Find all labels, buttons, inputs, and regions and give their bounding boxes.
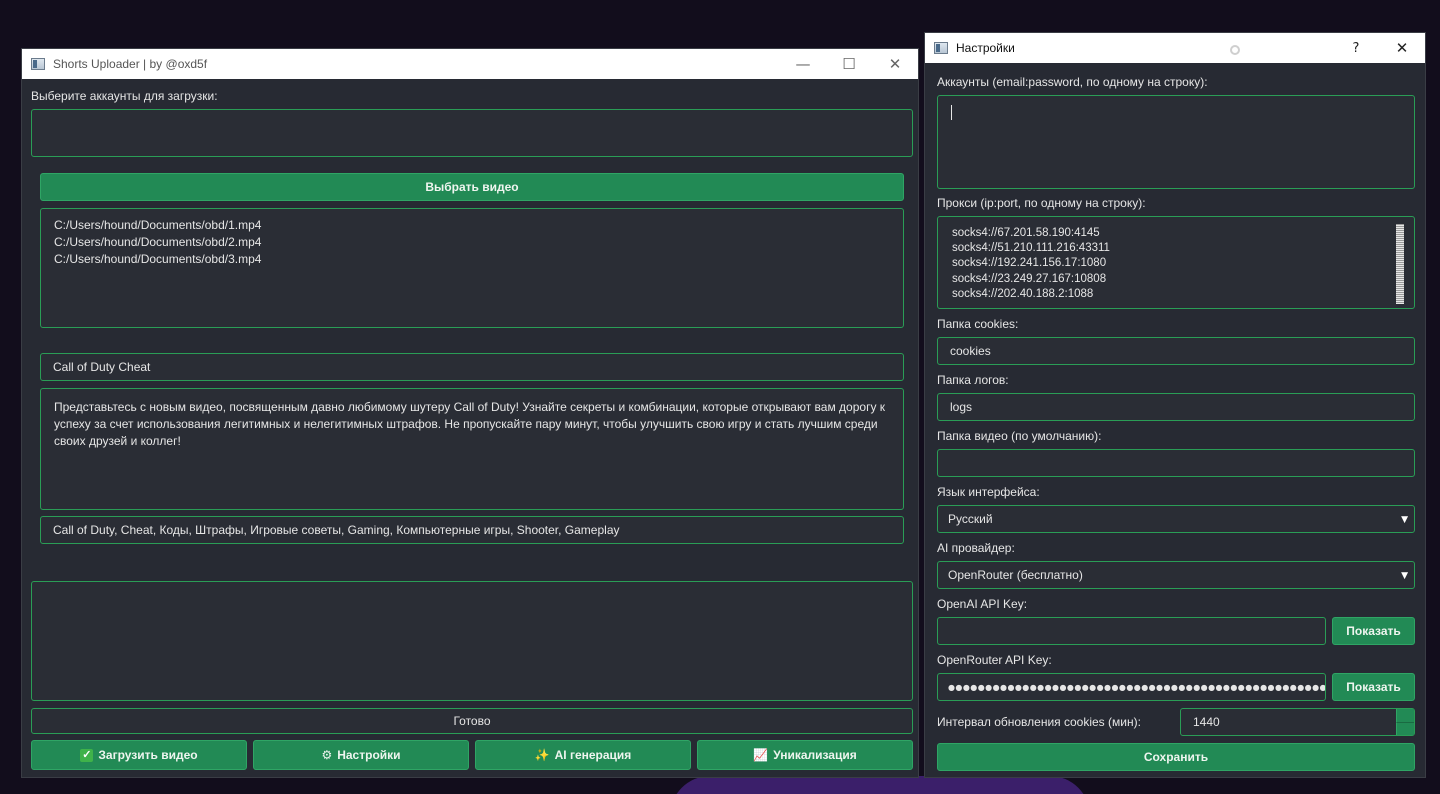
openai-key-input[interactable] [937,617,1326,645]
proxy-input[interactable]: socks4://67.201.58.190:4145 socks4://51.… [937,216,1415,309]
log-output[interactable] [31,581,913,701]
show-openrouter-key-button[interactable]: Показать [1332,673,1415,701]
video-files-list[interactable]: C:/Users/hound/Documents/obd/1.mp4 C:/Us… [40,208,904,328]
video-description-input[interactable]: Представьтесь с новым видео, посвященным… [40,388,904,510]
accounts-select-label: Выберите аккаунты для загрузки: [31,89,218,103]
maximize-button[interactable]: ☐ [826,49,872,79]
check-mark-button-icon: ✓ [80,748,94,762]
main-window-title: Shorts Uploader | by @oxd5f [53,57,208,71]
app-window-icon [934,42,948,54]
ai-provider-select[interactable]: OpenRouter (бесплатно) ▼ [937,561,1415,589]
cookies-folder-input[interactable]: cookies [937,337,1415,365]
logs-folder-input[interactable]: logs [937,393,1415,421]
sparkles-icon: ✨ [534,748,550,762]
text-caret [951,105,952,120]
openrouter-key-input[interactable]: ●●●●●●●●●●●●●●●●●●●●●●●●●●●●●●●●●●●●●●●●… [937,673,1326,701]
status-bar: Готово [31,708,913,734]
close-button[interactable]: ✕ [1379,33,1425,63]
ai-provider-value: OpenRouter (бесплатно) [948,568,1083,582]
gear-icon: ⚙ [321,748,333,762]
interval-spinbox[interactable]: 1440 [1180,708,1415,736]
language-value: Русский [948,512,993,526]
uniqueization-label: Уникализация [773,748,857,762]
proxy-label: Прокси (ip:port, по одному на строку): [937,196,1146,210]
chevron-down-icon: ▼ [1401,515,1408,525]
save-button[interactable]: Сохранить [937,743,1415,771]
main-window-titlebar: Shorts Uploader | by @oxd5f — ☐ ✕ [22,49,918,79]
language-label: Язык интерфейса: [937,485,1040,499]
desktop-background-shape [670,776,1090,794]
settings-label: Настройки [337,748,401,762]
video-folder-label: Папка видео (по умолчанию): [937,429,1102,443]
show-openai-key-button[interactable]: Показать [1332,617,1415,645]
proxy-list-text: socks4://67.201.58.190:4145 socks4://51.… [952,227,1110,300]
video-title-input[interactable]: Call of Duty Cheat [40,353,904,381]
accounts-label: Аккаунты (email:password, по одному на с… [937,75,1208,89]
openrouter-key-value: ●●●●●●●●●●●●●●●●●●●●●●●●●●●●●●●●●●●●●●●●… [948,682,1326,692]
accounts-input[interactable] [937,95,1415,189]
language-select[interactable]: Русский ▼ [937,505,1415,533]
logs-folder-label: Папка логов: [937,373,1009,387]
video-folder-input[interactable] [937,449,1415,477]
video-tags-input[interactable]: Call of Duty, Cheat, Коды, Штрафы, Игров… [40,516,904,544]
help-button[interactable]: ? [1333,33,1379,63]
status-text: Готово [453,714,491,728]
chevron-down-icon: ▼ [1401,571,1408,581]
settings-button[interactable]: ⚙ Настройки [253,740,469,770]
proxy-scrollbar[interactable] [1396,224,1404,304]
upload-video-button[interactable]: ✓ Загрузить видео [31,740,247,770]
ai-provider-label: AI провайдер: [937,541,1015,555]
spin-down-button[interactable] [1396,722,1414,735]
settings-window-title: Настройки [956,41,1015,55]
ai-generation-button[interactable]: ✨ AI генерация [475,740,691,770]
select-video-button[interactable]: Выбрать видео [40,173,904,201]
cookies-folder-label: Папка cookies: [937,317,1019,331]
openai-key-label: OpenAI API Key: [937,597,1028,611]
mouse-cursor [1230,45,1240,55]
chart-increasing-icon: 📈 [753,748,769,762]
settings-window: Настройки ? ✕ Аккаунты (email:password, … [924,32,1426,778]
close-button[interactable]: ✕ [872,49,918,79]
settings-window-titlebar: Настройки ? ✕ [925,33,1425,63]
openrouter-key-label: OpenRouter API Key: [937,653,1052,667]
interval-label: Интервал обновления cookies (мин): [937,715,1141,729]
interval-value: 1440 [1193,715,1220,729]
upload-video-label: Загрузить видео [98,748,198,762]
uniqueization-button[interactable]: 📈 Уникализация [697,740,913,770]
accounts-select-list[interactable] [31,109,913,157]
ai-generation-label: AI генерация [554,748,632,762]
spin-up-button[interactable] [1396,709,1414,723]
main-window: Shorts Uploader | by @oxd5f — ☐ ✕ Выбери… [21,48,919,778]
minimize-button[interactable]: — [780,49,826,79]
app-window-icon [31,58,45,70]
